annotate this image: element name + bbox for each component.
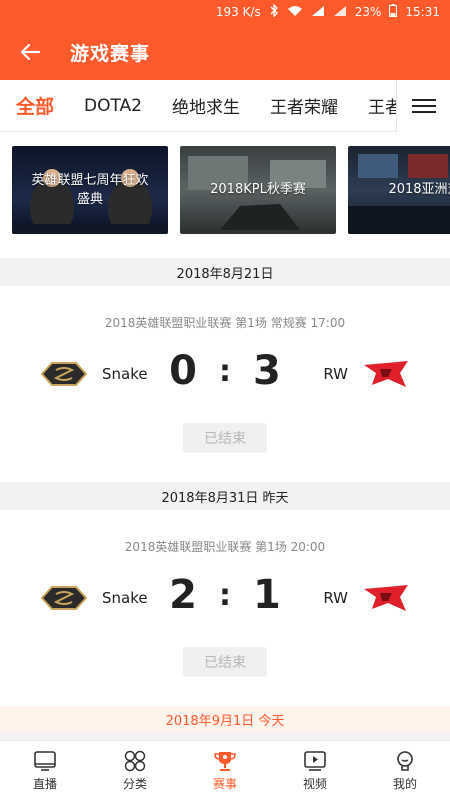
banner-asia-showdown[interactable]: 2018亚洲对抗 — [348, 146, 450, 234]
nav-label: 分类 — [122, 776, 147, 791]
match-meta: 2018英雄联盟职业联赛 第1场 常规赛 17:00 — [104, 316, 346, 330]
nav-events[interactable]: 赛事 — [180, 741, 270, 800]
banner-label: 2018KPL秋季赛 — [210, 182, 306, 198]
match-meta: 2018英雄联盟职业联赛 第1场 20:00 — [124, 540, 326, 554]
score-separator: : — [219, 353, 231, 389]
tab-honor-of-kings[interactable]: 王者荣耀 — [270, 93, 338, 118]
date-header: 2018年8月21日 — [0, 258, 450, 286]
tv-icon — [34, 750, 56, 771]
signal-icon — [311, 5, 325, 20]
trophy-icon — [214, 751, 236, 771]
team-right: RW — [323, 356, 410, 392]
nav-video[interactable]: 视频 — [270, 741, 360, 800]
game-tabs: 全部 DOTA2 绝地求生 王者荣耀 王者 — [0, 80, 450, 132]
nav-category[interactable]: 分类 — [90, 741, 180, 800]
date-header-today: 2018年9月1日 今天 — [0, 706, 450, 732]
nav-profile[interactable]: 我的 — [360, 741, 450, 800]
match-card[interactable]: 2018英雄联盟职业联赛 第1场 常规赛 17:00 Snake 0 : 3 R… — [0, 286, 450, 482]
signal-4g-icon — [333, 5, 347, 20]
network-speed: 193 K/s — [215, 5, 261, 19]
date-header: 2018年8月31日 昨天 — [0, 482, 450, 510]
rw-logo-icon — [362, 356, 410, 392]
tab-dota2[interactable]: DOTA2 — [84, 96, 142, 116]
match-status-button[interactable]: 已结束 — [183, 423, 267, 453]
battery-icon — [389, 4, 398, 20]
nav-label: 视频 — [302, 776, 327, 791]
grid-icon — [124, 750, 146, 771]
rw-logo-icon — [362, 580, 410, 616]
app-bar: 游戏赛事 — [0, 24, 450, 80]
team-name: RW — [323, 365, 348, 383]
tab-all[interactable]: 全部 — [16, 92, 54, 119]
tab-menu-button[interactable] — [396, 80, 450, 132]
banner-label: 2018亚洲对抗 — [388, 182, 450, 198]
menu-icon — [411, 99, 436, 113]
score-left: 0 — [169, 348, 197, 394]
banner-kpl-autumn[interactable]: 2018KPL秋季赛 — [180, 146, 336, 234]
banner-label: 英雄联盟七周年狂欢盛典 — [31, 172, 149, 208]
match-card[interactable]: 2018英雄联盟职业联赛 第1场 20:00 Snake 2 : 1 RW 已结… — [0, 510, 450, 706]
nav-live[interactable]: 直播 — [0, 741, 90, 800]
status-bar: 193 K/s 23% 15:31 — [0, 0, 450, 24]
bottom-nav: 直播 分类 赛事 视频 我的 — [0, 740, 450, 800]
back-arrow-icon — [20, 43, 40, 61]
team-name: RW — [323, 589, 348, 607]
banner-lol-anniversary[interactable]: 英雄联盟七周年狂欢盛典 — [12, 146, 168, 234]
page-title: 游戏赛事 — [70, 42, 151, 65]
nav-label: 我的 — [392, 776, 417, 791]
tab-pubg[interactable]: 绝地求生 — [172, 93, 240, 118]
bluetooth-icon — [269, 3, 279, 20]
nav-label: 赛事 — [212, 776, 237, 791]
tab-list: 全部 DOTA2 绝地求生 王者荣耀 王者 — [0, 92, 396, 119]
video-icon — [304, 750, 326, 771]
wifi-icon — [287, 5, 303, 20]
tab-partial[interactable]: 王者 — [368, 93, 396, 118]
clock: 15:31 — [405, 5, 440, 19]
battery-percent: 23% — [354, 5, 382, 19]
score-right: 1 — [253, 572, 281, 618]
back-button[interactable] — [14, 36, 46, 68]
score-left: 2 — [169, 572, 197, 618]
profile-icon — [397, 750, 413, 771]
banner-carousel: 英雄联盟七周年狂欢盛典 2018KPL秋季赛 2018亚洲对抗 — [0, 132, 450, 258]
score-right: 3 — [253, 348, 281, 394]
score-separator: : — [219, 577, 231, 613]
nav-label: 直播 — [32, 776, 57, 791]
team-right: RW — [323, 580, 410, 616]
match-status-button[interactable]: 已结束 — [183, 647, 267, 677]
